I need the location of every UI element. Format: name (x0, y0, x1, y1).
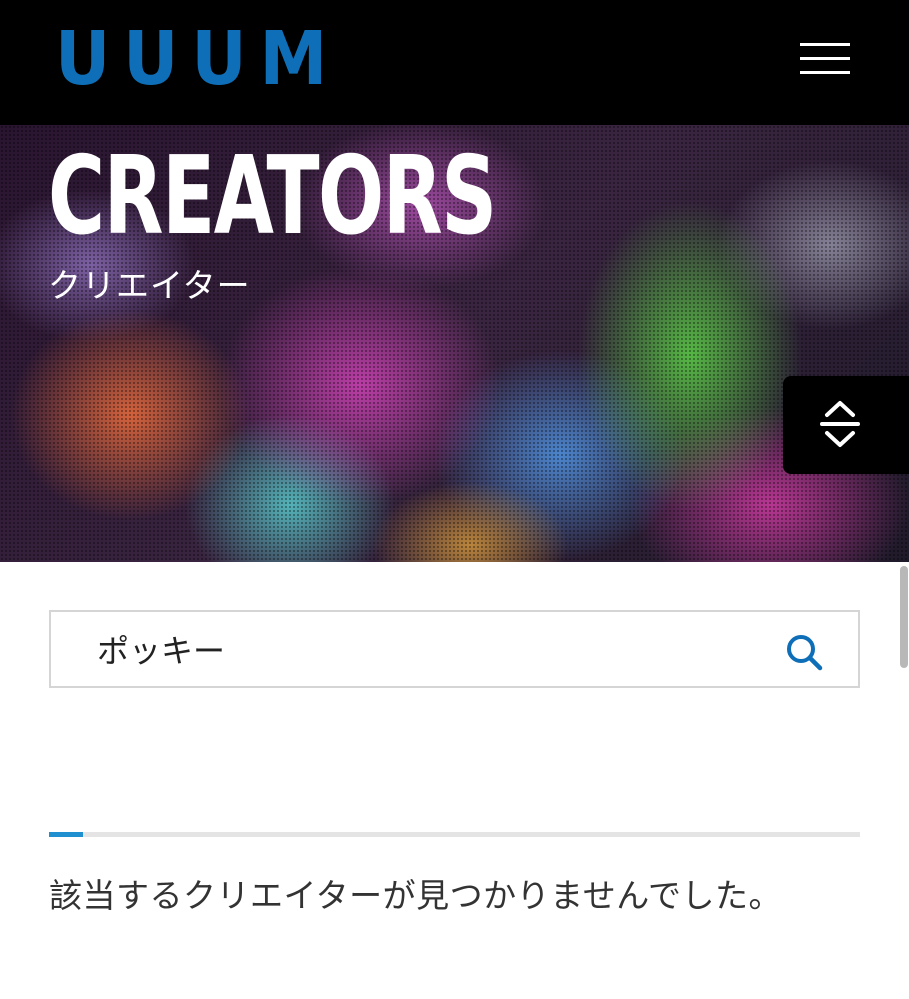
search-icon (787, 635, 823, 671)
results-tab-bar (49, 832, 860, 837)
page-title: CREATORS (48, 134, 497, 259)
uuum-logo[interactable]: UUUM (55, 16, 340, 102)
expand-collapse-button[interactable] (783, 376, 909, 474)
hamburger-menu-button[interactable] (790, 36, 860, 82)
results-tab-indicator (49, 832, 83, 837)
hero-banner: CREATORS クリエイター (0, 125, 909, 562)
page-scrollbar[interactable] (900, 566, 908, 668)
search-input[interactable] (97, 626, 757, 672)
no-results-message: 該当するクリエイターが見つかりませんでした。 (49, 876, 783, 915)
site-header: UUUM (0, 0, 909, 125)
search-box (49, 610, 860, 688)
expand-collapse-icon (820, 401, 860, 447)
search-button[interactable] (784, 632, 824, 672)
page-subtitle: クリエイター (48, 266, 251, 305)
